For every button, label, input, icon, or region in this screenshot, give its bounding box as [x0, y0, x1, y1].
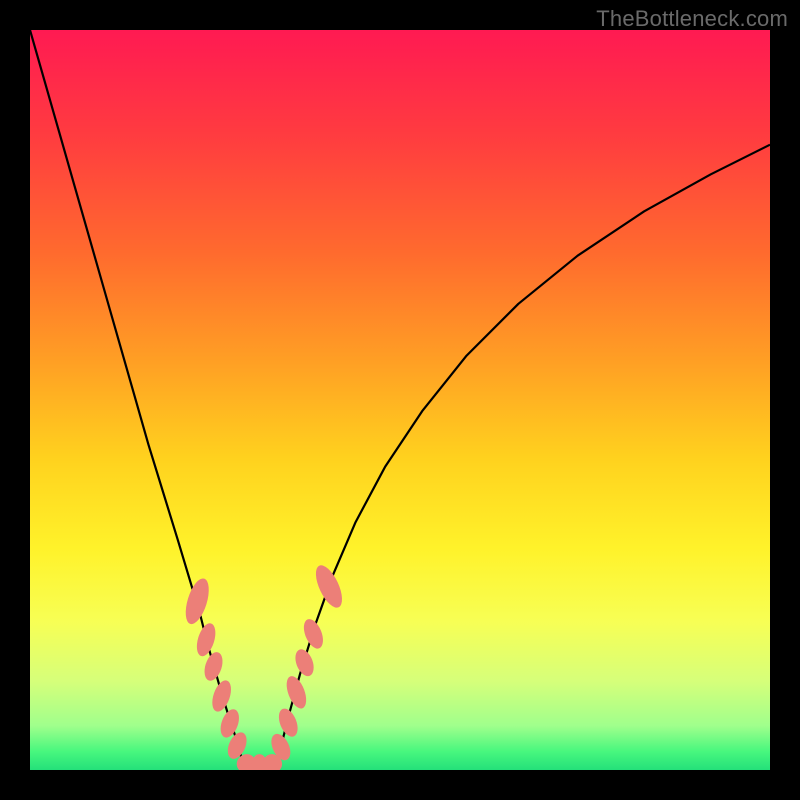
- plot-area: [30, 30, 770, 770]
- gradient-background: [30, 30, 770, 770]
- watermark-text: TheBottleneck.com: [596, 6, 788, 32]
- bottleneck-chart: [30, 30, 770, 770]
- chart-frame: TheBottleneck.com: [0, 0, 800, 800]
